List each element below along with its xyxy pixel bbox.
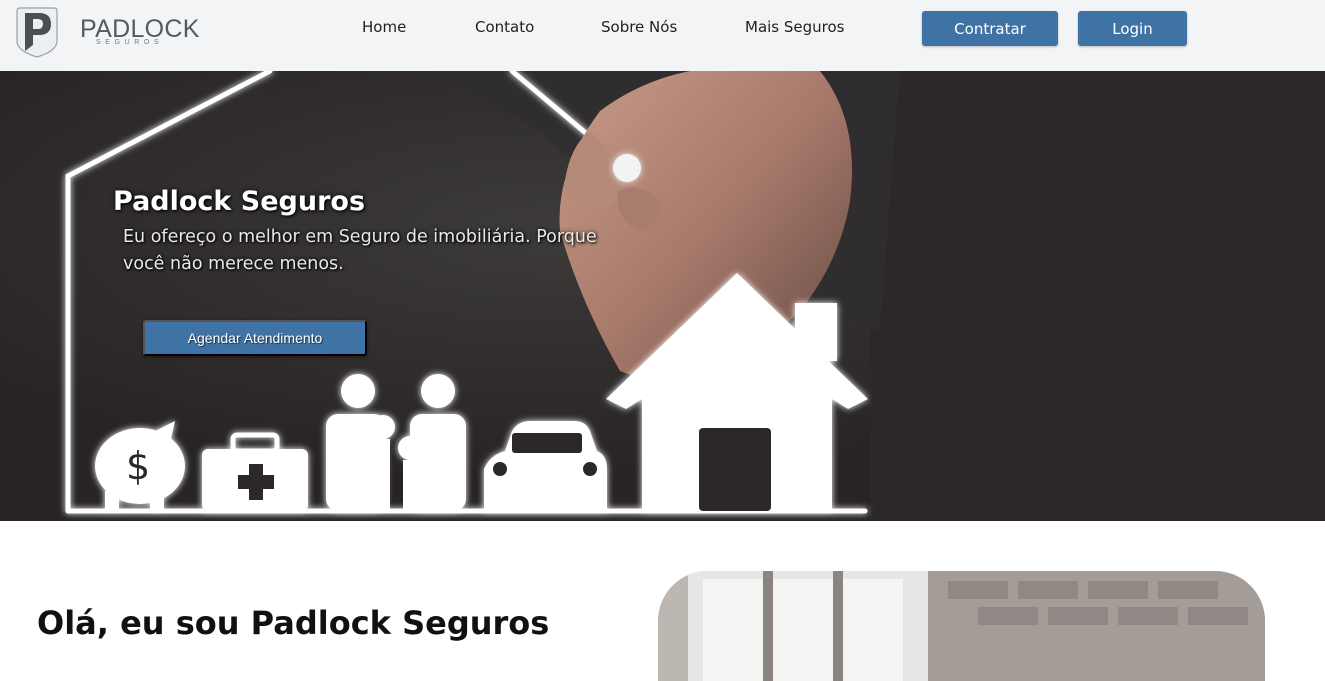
hero-banner: $ Padlock Seguros Eu ofereço o melhor em… xyxy=(0,71,1325,521)
hand-drawing-house-family-insurance-illustration: $ xyxy=(0,71,1325,521)
login-button[interactable]: Login xyxy=(1078,11,1187,46)
nav-contato[interactable]: Contato xyxy=(475,18,534,36)
brand-tagline: SEGUROS xyxy=(96,39,164,46)
nav-home[interactable]: Home xyxy=(362,18,406,36)
nav-mais-seguros[interactable]: Mais Seguros xyxy=(745,18,845,36)
brand-logo[interactable]: PADLOCK SEGUROS xyxy=(14,7,199,59)
agendar-atendimento-button[interactable]: Agendar Atendimento xyxy=(143,320,367,356)
contratar-button[interactable]: Contratar xyxy=(922,11,1058,46)
nav-sobre-nos[interactable]: Sobre Nós xyxy=(601,18,677,36)
top-navbar: PADLOCK SEGUROS Home Contato Sobre Nós M… xyxy=(0,0,1325,71)
hero-subtitle: Eu ofereço o melhor em Seguro de imobili… xyxy=(123,227,597,274)
interior-room-image-icon xyxy=(658,571,1265,681)
svg-text:$: $ xyxy=(126,444,150,488)
interior-room-photo xyxy=(658,571,1265,681)
about-heading: Olá, eu sou Padlock Seguros xyxy=(37,604,550,642)
padlock-p-logo-icon xyxy=(16,7,58,58)
hero-title: Padlock Seguros xyxy=(113,186,366,217)
